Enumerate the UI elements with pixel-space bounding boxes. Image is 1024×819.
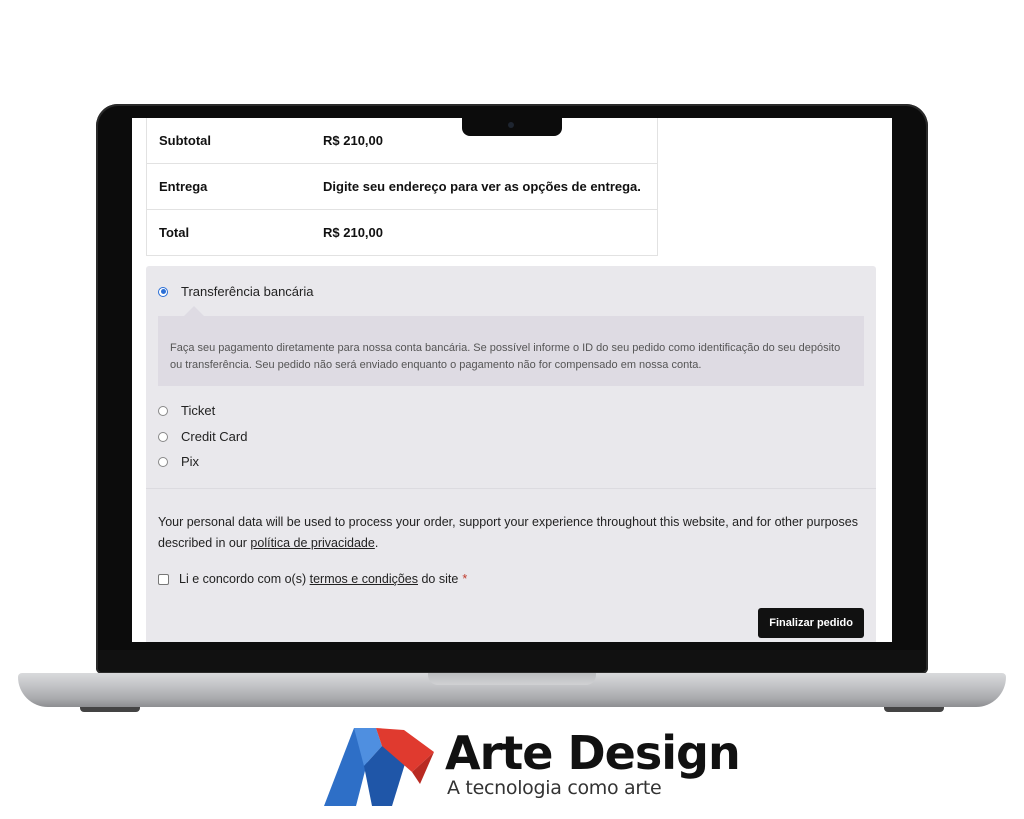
terms-agreement: Li e concordo com o(s) termos e condiçõe… — [158, 572, 467, 586]
brand-title: Arte Design — [445, 726, 741, 780]
total-label: Total — [159, 225, 190, 240]
payment-method-label: Ticket — [181, 403, 216, 418]
shipping-label: Entrega — [159, 179, 208, 194]
payment-method-credit-card[interactable]: Credit Card — [158, 429, 247, 444]
terms-link[interactable]: termos e condições — [310, 572, 418, 586]
laptop-foot — [884, 707, 944, 712]
payment-method-description: Faça seu pagamento diretamente para noss… — [158, 306, 864, 386]
table-row: Total R$ 210,00 — [147, 210, 657, 255]
divider — [146, 488, 876, 489]
radio-icon[interactable] — [158, 456, 168, 467]
order-totals-table: Subtotal R$ 210,00 Entrega Digite seu en… — [146, 118, 658, 256]
laptop-screen: Subtotal R$ 210,00 Entrega Digite seu en… — [132, 118, 892, 642]
payment-method-label: Pix — [181, 454, 200, 469]
brand-tagline: A tecnologia como arte — [447, 777, 662, 799]
radio-icon[interactable] — [158, 405, 168, 416]
laptop-opening-notch — [428, 673, 596, 685]
terms-suffix: do site — [418, 572, 459, 586]
table-row: Subtotal R$ 210,00 — [147, 118, 657, 164]
total-value: R$ 210,00 — [323, 225, 383, 240]
table-row: Entrega Digite seu endereço para ver as … — [147, 164, 657, 210]
payment-method-pix[interactable]: Pix — [158, 454, 199, 469]
payment-method-label: Transferência bancária — [181, 284, 314, 299]
terms-prefix: Li e concordo com o(s) — [179, 572, 310, 586]
payment-method-label: Credit Card — [181, 429, 248, 444]
privacy-policy-link[interactable]: política de privacidade — [250, 536, 374, 550]
payment-method-bank-transfer[interactable]: Transferência bancária — [158, 284, 313, 299]
privacy-notice: Your personal data will be used to proce… — [158, 512, 858, 554]
camera-icon — [508, 122, 514, 128]
laptop-foot — [80, 707, 140, 712]
privacy-suffix: . — [374, 536, 379, 550]
required-mark: * — [462, 572, 468, 586]
payment-section: Transferência bancária Faça seu pagament… — [146, 266, 876, 642]
subtotal-label: Subtotal — [159, 133, 211, 148]
shipping-value: Digite seu endereço para ver as opções d… — [323, 179, 641, 194]
place-order-button[interactable]: Finalizar pedido — [758, 608, 864, 638]
laptop-bezel — [98, 650, 926, 672]
arte-design-logo-icon — [324, 728, 434, 806]
radio-icon[interactable] — [158, 431, 168, 442]
radio-selected-icon[interactable] — [158, 286, 168, 297]
terms-checkbox[interactable] — [158, 573, 169, 585]
payment-method-ticket[interactable]: Ticket — [158, 403, 215, 418]
